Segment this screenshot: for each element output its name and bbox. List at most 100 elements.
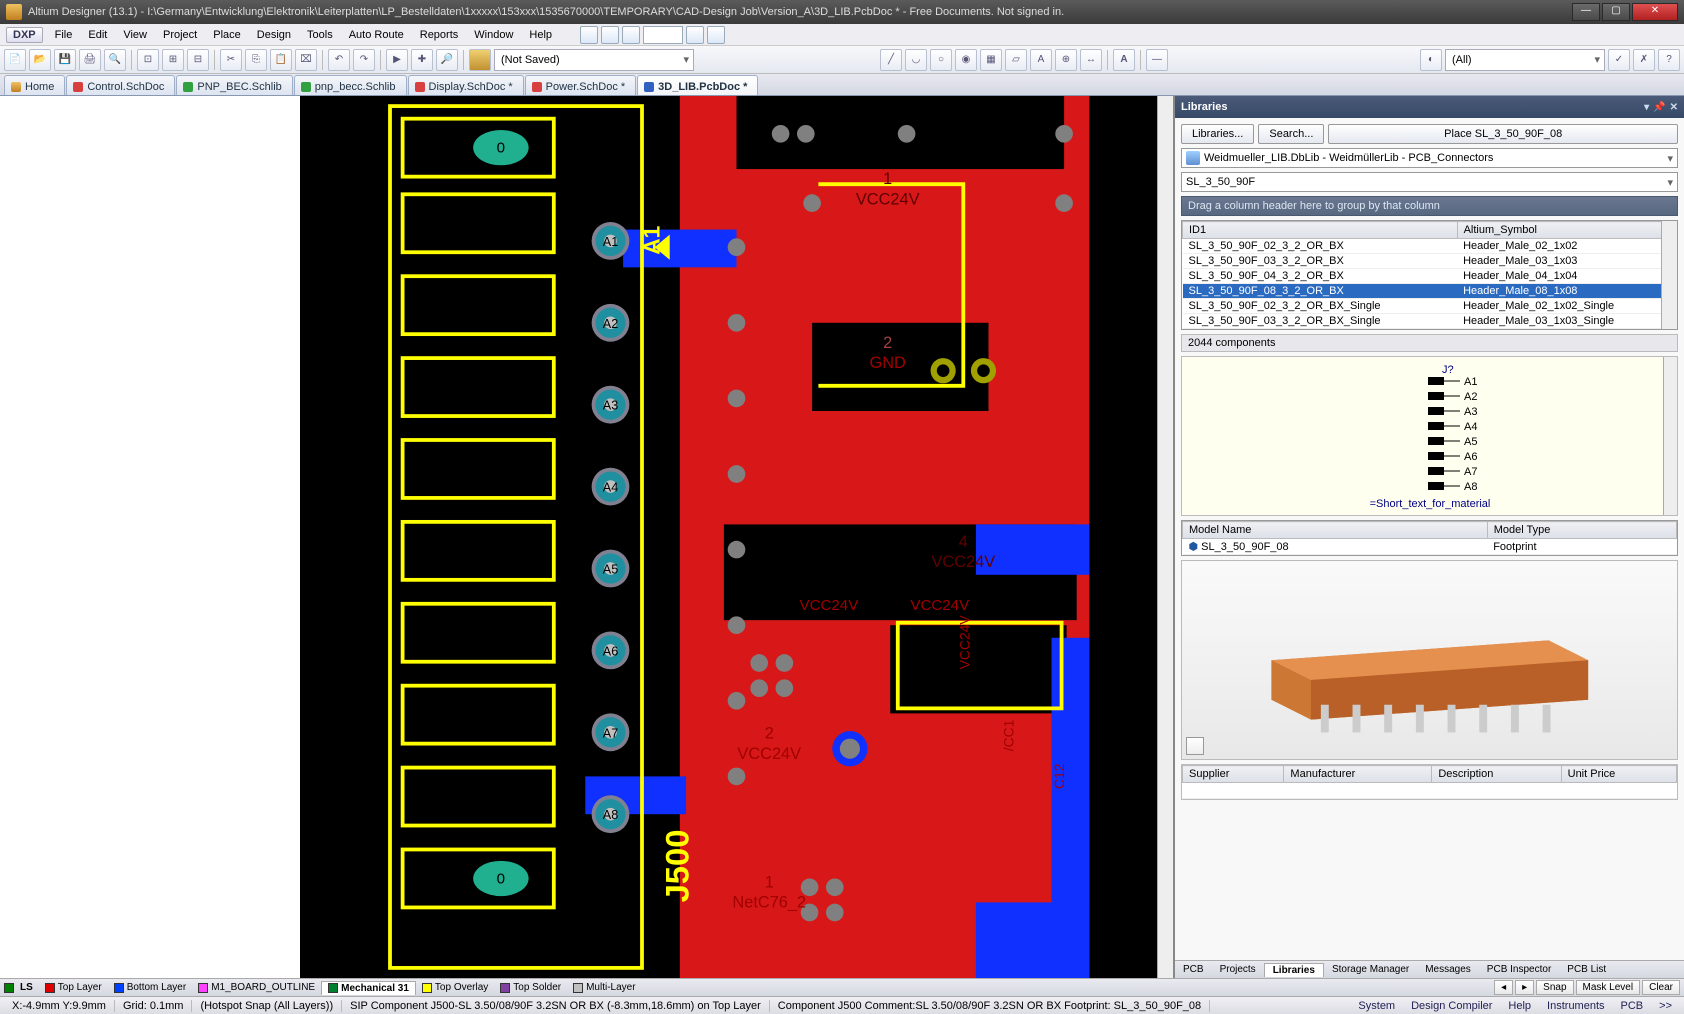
- open-button[interactable]: 📂: [29, 49, 51, 71]
- col-unit-price[interactable]: Unit Price: [1561, 766, 1676, 783]
- mask-button[interactable]: ◐: [1420, 49, 1442, 71]
- layer-tab[interactable]: Mechanical 31: [321, 981, 416, 995]
- status-design-compiler[interactable]: Design Compiler: [1403, 1000, 1500, 1012]
- menu-window[interactable]: Window: [466, 26, 521, 44]
- panel-tab[interactable]: PCB List: [1559, 963, 1614, 976]
- col-id1[interactable]: ID1: [1183, 222, 1458, 239]
- pcb-editor[interactable]: SL_3_50_90F_08: [0, 96, 1174, 978]
- run-button[interactable]: ▶: [386, 49, 408, 71]
- text-a-button[interactable]: A: [1113, 49, 1135, 71]
- paste-button[interactable]: 📋: [270, 49, 292, 71]
- panel-tab[interactable]: Projects: [1212, 963, 1264, 976]
- col-description[interactable]: Description: [1432, 766, 1561, 783]
- menu-reports[interactable]: Reports: [412, 26, 467, 44]
- menu-view[interactable]: View: [115, 26, 155, 44]
- component-row[interactable]: SL_3_50_90F_04_3_2_OR_BX_SingleHeader_Ma…: [1183, 329, 1677, 331]
- redo-button[interactable]: ↷: [353, 49, 375, 71]
- tab-3dlib[interactable]: 3D_LIB.PcbDoc *: [637, 75, 758, 95]
- model-grid[interactable]: Model NameModel Type ⬢ SL_3_50_90F_08Foo…: [1181, 520, 1678, 556]
- place-dim-button[interactable]: ↔: [1080, 49, 1102, 71]
- col-supplier[interactable]: Supplier: [1183, 766, 1284, 783]
- component-row[interactable]: SL_3_50_90F_03_3_2_OR_BXHeader_Male_03_1…: [1183, 254, 1677, 269]
- menu-edit[interactable]: Edit: [80, 26, 115, 44]
- col-model-name[interactable]: Model Name: [1183, 522, 1488, 539]
- tab-home[interactable]: Home: [4, 75, 65, 95]
- ls-swatch[interactable]: [4, 983, 14, 993]
- place-poly-button[interactable]: ▱: [1005, 49, 1027, 71]
- place-track-button[interactable]: ╱: [880, 49, 902, 71]
- layer-tab[interactable]: Bottom Layer: [108, 981, 192, 995]
- component-grid[interactable]: ID1Altium_Symbol SL_3_50_90F_02_3_2_OR_B…: [1181, 220, 1678, 330]
- symbol-scroll[interactable]: [1663, 357, 1677, 515]
- panel-close-icon[interactable]: ✕: [1670, 102, 1678, 113]
- saved-combo[interactable]: (Not Saved): [494, 49, 694, 71]
- pcb-scroll-v[interactable]: [1157, 96, 1173, 978]
- undo-button[interactable]: ↶: [328, 49, 350, 71]
- place-comp-button[interactable]: ⊕: [1055, 49, 1077, 71]
- tab-display[interactable]: Display.SchDoc *: [408, 75, 524, 95]
- status-help[interactable]: Help: [1500, 1000, 1539, 1012]
- dxp-button[interactable]: DXP: [6, 27, 43, 43]
- help-button[interactable]: ?: [1658, 49, 1680, 71]
- zoom-combo[interactable]: [643, 26, 683, 44]
- col-model-type[interactable]: Model Type: [1487, 522, 1676, 539]
- print-button[interactable]: 🖨: [79, 49, 101, 71]
- a-button[interactable]: [686, 26, 704, 44]
- component-row[interactable]: SL_3_50_90F_02_3_2_OR_BXHeader_Male_02_1…: [1183, 239, 1677, 254]
- filter-clear-button[interactable]: ✗: [1633, 49, 1655, 71]
- menu-tools[interactable]: Tools: [299, 26, 341, 44]
- snap-button[interactable]: Snap: [1536, 980, 1573, 995]
- close-button[interactable]: ✕: [1632, 3, 1678, 21]
- ls-label[interactable]: LS: [14, 982, 39, 993]
- col-altium-symbol[interactable]: Altium_Symbol: [1457, 222, 1676, 239]
- symbol-preview[interactable]: J? A1A2A3A4A5A6A7A8 =Short_text_for_mate…: [1181, 356, 1678, 516]
- layer-tab[interactable]: Top Layer: [39, 981, 108, 995]
- model-3d-preview[interactable]: [1181, 560, 1678, 760]
- maximize-button[interactable]: ▢: [1602, 3, 1630, 21]
- menu-design[interactable]: Design: [249, 26, 299, 44]
- libraries-panel-title[interactable]: Libraries ▾ 📌 ✕: [1175, 96, 1684, 118]
- panel-tab[interactable]: Storage Manager: [1324, 963, 1417, 976]
- b-button[interactable]: [707, 26, 725, 44]
- tab-power[interactable]: Power.SchDoc *: [525, 75, 636, 95]
- pcb-canvas[interactable]: 0 0 A1A2A3A4A5A6A7A8: [300, 96, 1173, 978]
- layer-nav-right[interactable]: ▸: [1515, 980, 1534, 995]
- tab-control[interactable]: Control.SchDoc: [66, 75, 175, 95]
- tab-pnpbecc[interactable]: pnp_becc.Schlib: [294, 75, 407, 95]
- snap-button[interactable]: [601, 26, 619, 44]
- library-filter-combo[interactable]: SL_3_50_90F: [1181, 172, 1678, 192]
- panel-dropdown-icon[interactable]: ▾: [1644, 102, 1649, 113]
- supplier-grid[interactable]: Supplier Manufacturer Description Unit P…: [1181, 764, 1678, 800]
- rubber-button[interactable]: ⌧: [295, 49, 317, 71]
- model-row[interactable]: ⬢ SL_3_50_90F_08Footprint: [1183, 539, 1677, 555]
- menu-file[interactable]: File: [47, 26, 81, 44]
- layer-tab[interactable]: M1_BOARD_OUTLINE: [192, 981, 321, 995]
- component-row[interactable]: SL_3_50_90F_04_3_2_OR_BXHeader_Male_04_1…: [1183, 269, 1677, 284]
- layer-tab[interactable]: Top Overlay: [416, 981, 494, 995]
- clear-button[interactable]: Clear: [1642, 980, 1680, 995]
- zoom-area-button[interactable]: ⊞: [162, 49, 184, 71]
- search-button[interactable]: Search...: [1258, 124, 1324, 144]
- view-mode-button[interactable]: [1186, 737, 1204, 755]
- libraries-button[interactable]: Libraries...: [1181, 124, 1254, 144]
- layer-nav-left[interactable]: ◂: [1494, 980, 1513, 995]
- preview-button[interactable]: 🔍: [104, 49, 126, 71]
- copy-button[interactable]: ⎘: [245, 49, 267, 71]
- save-button[interactable]: 💾: [54, 49, 76, 71]
- panel-tab[interactable]: Libraries: [1264, 963, 1324, 977]
- find-button[interactable]: 🔎: [436, 49, 458, 71]
- filter-combo[interactable]: (All): [1445, 49, 1605, 71]
- layer-tab[interactable]: Multi-Layer: [567, 981, 641, 995]
- zoom-fit-button[interactable]: ⊡: [137, 49, 159, 71]
- dim-line-button[interactable]: —: [1146, 49, 1168, 71]
- place-via-button[interactable]: ◉: [955, 49, 977, 71]
- tab-pnpbec[interactable]: PNP_BEC.Schlib: [176, 75, 292, 95]
- menu-autoroute[interactable]: Auto Route: [341, 26, 412, 44]
- place-pad-button[interactable]: ○: [930, 49, 952, 71]
- altium-button[interactable]: [469, 49, 491, 71]
- mask-level-button[interactable]: Mask Level: [1576, 980, 1641, 995]
- minimize-button[interactable]: —: [1572, 3, 1600, 21]
- layer-tab[interactable]: Top Solder: [494, 981, 567, 995]
- panel-pin-icon[interactable]: 📌: [1653, 102, 1665, 113]
- status-system[interactable]: System: [1350, 1000, 1403, 1012]
